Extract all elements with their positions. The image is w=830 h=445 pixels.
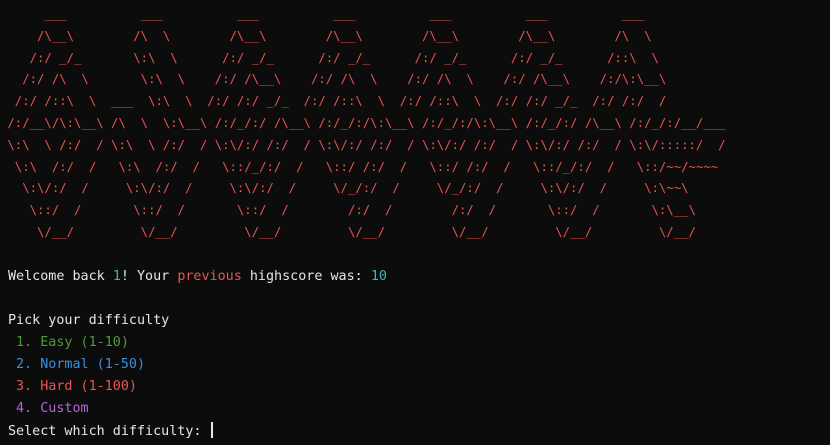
option-custom: 4. Custom: [8, 401, 89, 416]
banner-line: \::/ / \::/ / \::/ / /:/ / /:/ / \::/ / …: [0, 203, 696, 218]
banner-line: ___ ___ ___ ___ ___ ___ ___: [0, 7, 645, 21]
banner-line: /:/ _/_ \:\ \ /:/ _/_ /:/ _/_ /:/ _/_ /:…: [0, 50, 659, 65]
difficulty-prompt: Pick your difficulty: [8, 313, 170, 328]
banner-line: /:/ /::\ \ ___ \:\ \ /:/ /:/ _/_ /:/ /::…: [0, 94, 667, 109]
input-prompt: Select which difficulty:: [8, 424, 210, 439]
welcome-suffix: highscore was:: [241, 269, 371, 284]
previous-highlight: previous: [177, 269, 242, 284]
banner-line: \:\/:/ / \:\/:/ / \:\/:/ / \/_/:/ / \/_/…: [0, 181, 689, 196]
ascii-art-banner: ___ ___ ___ ___ ___ ___ ___ /\__\ /\ \ /…: [0, 4, 726, 244]
banner-line: \:\ /:/ / \:\ /:/ / \::/_/:/ / \::/ /:/ …: [0, 159, 719, 174]
text-cursor[interactable]: [210, 422, 213, 438]
welcome-prefix: Welcome back: [8, 269, 113, 284]
highscore-value: 10: [370, 269, 387, 284]
banner-line: \/__/ \/__/ \/__/ \/__/ \/__/ \/__/ \/__…: [0, 224, 696, 239]
banner-line: /\__\ /\ \ /\__\ /\__\ /\__\ /\__\ /\ \: [0, 28, 652, 43]
option-easy: 1. Easy (1-10): [8, 335, 129, 350]
option-hard: 3. Hard (1-100): [8, 379, 137, 394]
banner-line: /:/ /\ \ \:\ \ /:/ /\__\ /:/ /\ \ /:/ /\…: [0, 72, 667, 87]
user-id: 1: [112, 269, 121, 284]
banner-line: \:\ \ /:/ / \:\ \ /:/ / \:\/:/ /:/ / \:\…: [0, 137, 726, 152]
welcome-message: Welcome back 1! Your previous highscore …: [8, 268, 387, 286]
banner-line: /:/__\/\:\__\ /\ \ \:\__\ /:/_/:/ /\__\ …: [0, 115, 726, 130]
input-line[interactable]: Select which difficulty:: [8, 422, 213, 441]
welcome-mid: ! Your: [120, 269, 178, 284]
option-normal: 2. Normal (1-50): [8, 357, 146, 372]
terminal-window: ___ ___ ___ ___ ___ ___ ___ /\__\ /\ \ /…: [0, 0, 830, 445]
